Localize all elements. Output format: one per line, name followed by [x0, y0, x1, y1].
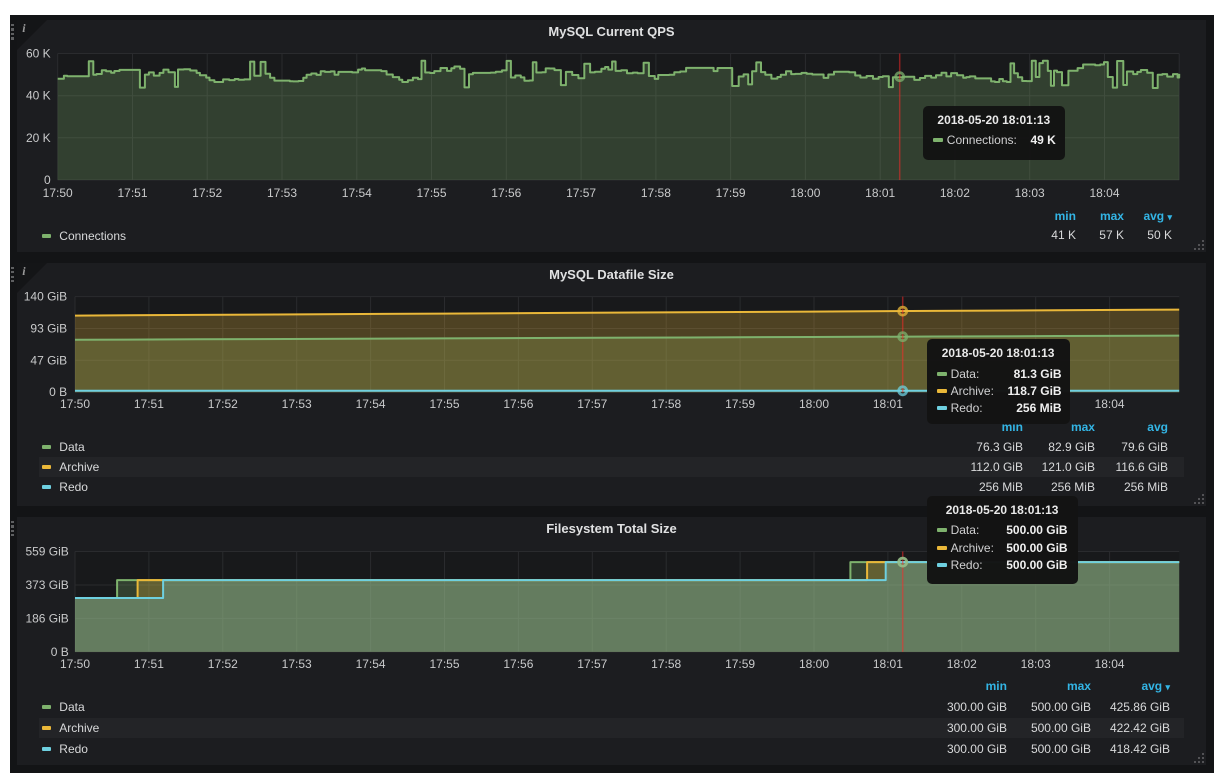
svg-text:18:00: 18:00	[799, 397, 829, 411]
svg-text:17:56: 17:56	[492, 186, 522, 200]
svg-text:18:03: 18:03	[1021, 657, 1051, 671]
svg-text:17:50: 17:50	[60, 657, 90, 671]
svg-text:17:57: 17:57	[578, 397, 608, 411]
svg-text:17:57: 17:57	[566, 186, 596, 200]
svg-text:17:51: 17:51	[118, 186, 148, 200]
svg-text:0: 0	[44, 173, 51, 187]
svg-text:18:01: 18:01	[873, 397, 903, 411]
svg-text:47 GiB: 47 GiB	[31, 353, 68, 367]
svg-text:17:57: 17:57	[578, 657, 608, 671]
svg-text:17:58: 17:58	[651, 397, 681, 411]
svg-text:17:54: 17:54	[356, 397, 386, 411]
svg-text:17:59: 17:59	[725, 397, 755, 411]
svg-text:17:55: 17:55	[417, 186, 447, 200]
svg-text:17:50: 17:50	[60, 397, 90, 411]
svg-text:18:04: 18:04	[1095, 657, 1125, 671]
svg-text:40 K: 40 K	[26, 89, 51, 103]
svg-text:559 GiB: 559 GiB	[26, 544, 69, 558]
svg-text:18:01: 18:01	[865, 186, 895, 200]
svg-text:17:52: 17:52	[192, 186, 222, 200]
svg-text:17:56: 17:56	[504, 657, 534, 671]
svg-text:17:58: 17:58	[651, 657, 681, 671]
svg-text:17:53: 17:53	[282, 397, 312, 411]
svg-text:20 K: 20 K	[26, 131, 51, 145]
svg-text:18:01: 18:01	[873, 657, 903, 671]
svg-text:186 GiB: 186 GiB	[26, 611, 69, 625]
svg-text:18:02: 18:02	[947, 657, 977, 671]
svg-text:373 GiB: 373 GiB	[26, 578, 69, 592]
svg-text:17:51: 17:51	[134, 657, 164, 671]
svg-text:17:52: 17:52	[208, 397, 238, 411]
svg-text:17:55: 17:55	[430, 397, 460, 411]
svg-text:17:54: 17:54	[342, 186, 372, 200]
svg-text:17:56: 17:56	[504, 397, 534, 411]
svg-text:17:59: 17:59	[716, 186, 746, 200]
svg-text:93 GiB: 93 GiB	[31, 321, 68, 335]
svg-text:17:54: 17:54	[356, 657, 386, 671]
svg-text:18:03: 18:03	[1015, 186, 1045, 200]
svg-text:17:55: 17:55	[430, 657, 460, 671]
svg-text:17:53: 17:53	[267, 186, 297, 200]
svg-text:17:50: 17:50	[43, 186, 73, 200]
svg-text:17:59: 17:59	[725, 657, 755, 671]
svg-text:18:02: 18:02	[940, 186, 970, 200]
svg-text:18:04: 18:04	[1090, 186, 1120, 200]
svg-text:17:53: 17:53	[282, 657, 312, 671]
svg-text:17:51: 17:51	[134, 397, 164, 411]
svg-text:17:58: 17:58	[641, 186, 671, 200]
svg-text:18:00: 18:00	[791, 186, 821, 200]
svg-text:18:00: 18:00	[799, 657, 829, 671]
svg-text:17:52: 17:52	[208, 657, 238, 671]
svg-text:18:04: 18:04	[1095, 397, 1125, 411]
